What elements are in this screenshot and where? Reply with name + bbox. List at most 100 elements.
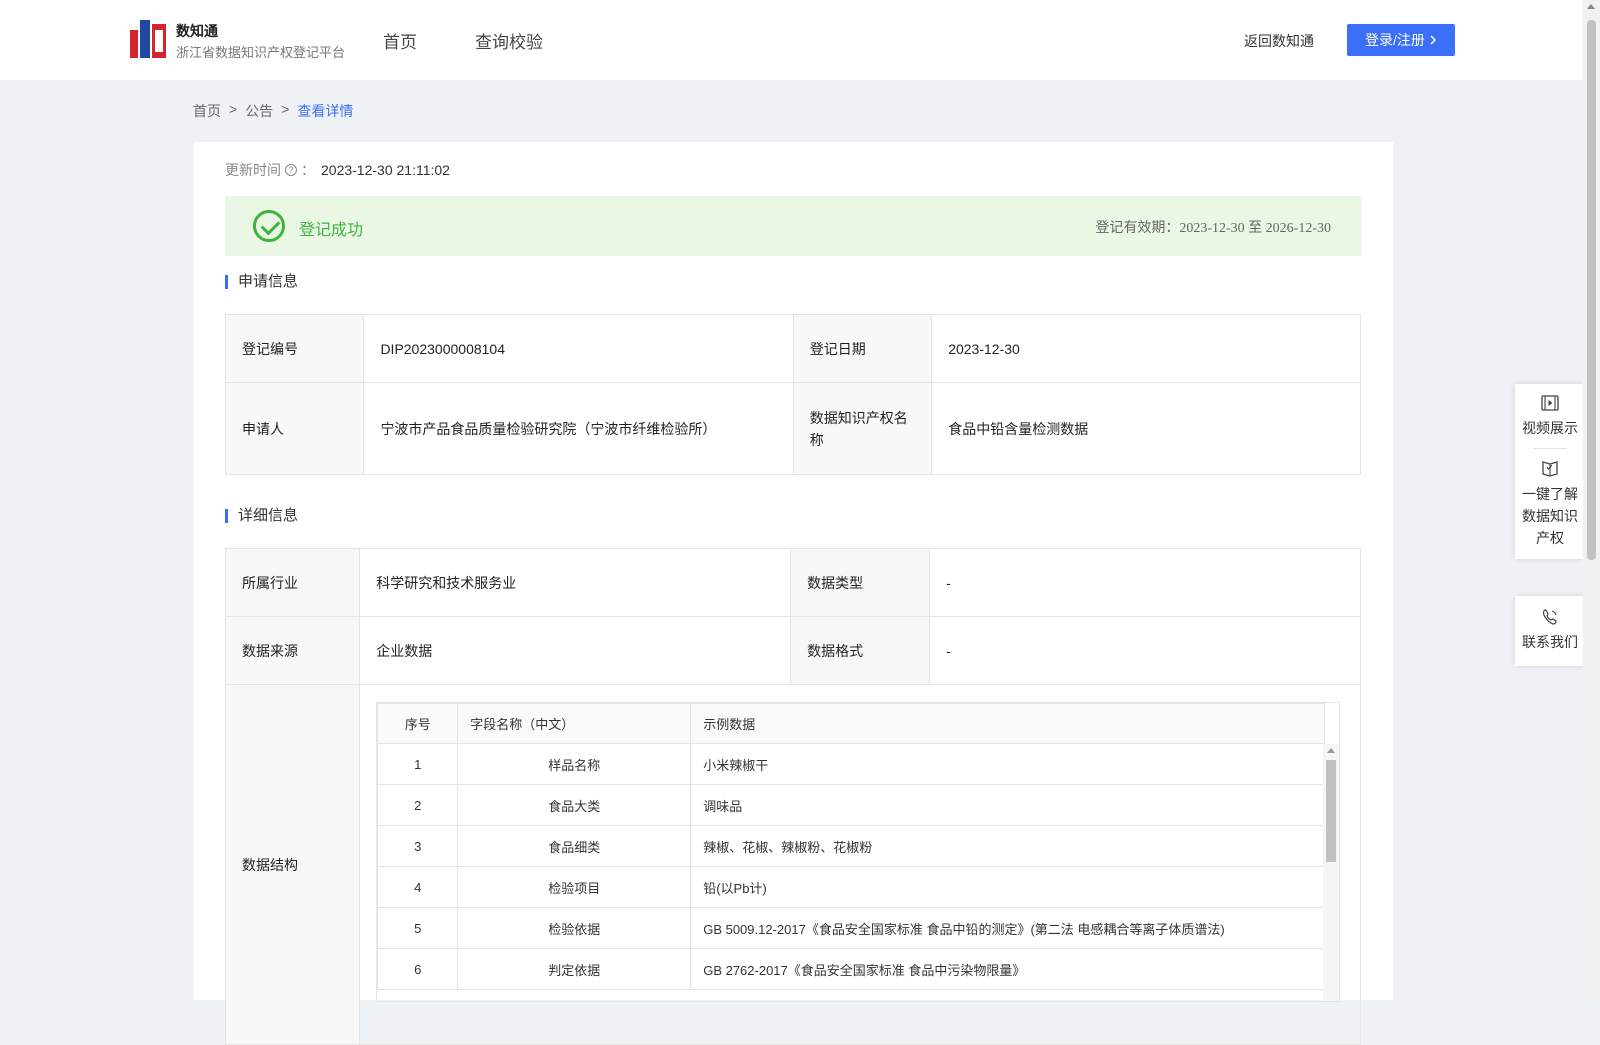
table-row: 4 检验项目 铅(以Pb计) [377, 866, 1326, 908]
brand-subtitle: 浙江省数据知识产权登记平台 [176, 45, 346, 60]
book-icon [1542, 461, 1558, 477]
table-row: 所属行业 科学研究和技术服务业 数据类型 - [224, 548, 1361, 617]
reg-date-label: 登记日期 [792, 314, 933, 383]
learn-label-line3: 产权 [1536, 530, 1564, 546]
learn-label-line1: 一键了解 [1522, 486, 1578, 502]
learn-label-line2: 数据知识 [1522, 508, 1578, 524]
ip-name-value: 食品中铅含量检测数据 [931, 382, 1361, 475]
row-sample-data: GB 2762-2017《食品安全国家标准 食品中污染物限量》 [690, 948, 1326, 990]
row-index: 5 [377, 907, 459, 949]
contact-us-label: 联系我们 [1522, 634, 1578, 650]
row-field-name: 检验依据 [457, 907, 692, 949]
table-row: 申请人 宁波市产品食品质量检验研究院（宁波市纤维检验所） 数据知识产权名称 食品… [224, 382, 1361, 475]
applicant-value: 宁波市产品食品质量检验研究院（宁波市纤维检验所） [363, 382, 794, 475]
application-info-table: 登记编号 DIP2023000008104 登记日期 2023-12-30 申请… [224, 314, 1361, 475]
question-icon[interactable]: ? [285, 164, 297, 176]
row-index: 3 [377, 825, 459, 867]
breadcrumb-separator: > [229, 101, 238, 117]
validity-value: 2023-12-30 至 2026-12-30 [1179, 221, 1331, 236]
row-field-name: 判定依据 [457, 948, 692, 990]
nav-home[interactable]: 首页 [383, 28, 417, 53]
industry-value: 科学研究和技术服务业 [359, 548, 792, 617]
table-row: 数据结构 序号 字段名称（中文） 示例数据 1 样品名称 小米辣椒干 2 食品大… [224, 684, 1361, 1045]
video-showcase-label: 视频展示 [1522, 420, 1578, 436]
scroll-up-arrow-icon[interactable] [1327, 748, 1336, 753]
table-row: 3 食品细类 辣椒、花椒、辣椒粉、花椒粉 [377, 825, 1326, 867]
nav-query-verify[interactable]: 查询校验 [475, 28, 543, 53]
data-type-label: 数据类型 [790, 548, 931, 617]
row-field-name: 检验项目 [457, 866, 692, 908]
row-sample-data: 铅(以Pb计) [690, 866, 1326, 908]
video-icon [1541, 395, 1559, 411]
row-index: 6 [377, 948, 459, 990]
breadcrumb-notice[interactable]: 公告 [245, 101, 273, 121]
scroll-up-arrow-icon[interactable] [1587, 4, 1595, 9]
brand-logo[interactable] [130, 20, 166, 58]
row-sample-data: 调味品 [690, 784, 1326, 826]
validity-label: 登记有效期： [1095, 219, 1180, 235]
structure-label: 数据结构 [224, 684, 361, 1045]
breadcrumb-separator: > [281, 101, 290, 117]
check-circle-icon [253, 210, 285, 242]
reg-date-value: 2023-12-30 [931, 314, 1361, 383]
validity-period: 登记有效期：2023-12-30 至 2026-12-30 [1095, 217, 1331, 237]
table-row: 6 判定依据 GB 2762-2017《食品安全国家标准 食品中污染物限量》 [377, 948, 1326, 990]
row-index: 4 [377, 866, 459, 908]
row-field-name: 食品细类 [457, 825, 692, 867]
page-scrollbar[interactable] [1583, 0, 1600, 1000]
video-showcase-button[interactable]: 视频展示 [1515, 384, 1585, 448]
update-time-value: 2023-12-30 21:11:02 [321, 162, 450, 178]
row-field-name: 食品大类 [457, 784, 692, 826]
contact-us-button[interactable]: 联系我们 [1515, 596, 1585, 666]
learn-data-ip-button[interactable]: 一键了解 数据知识 产权 [1515, 449, 1585, 559]
header-index: 序号 [377, 703, 459, 744]
phone-icon [1542, 609, 1557, 625]
update-time-row: 更新时间 ? ： 2023-12-30 21:11:02 [225, 160, 450, 180]
table-row: 2 食品大类 调味品 [377, 784, 1326, 826]
status-banner: 登记成功 登记有效期：2023-12-30 至 2026-12-30 [225, 196, 1361, 256]
breadcrumb-home[interactable]: 首页 [193, 101, 221, 121]
fields-table-container[interactable]: 序号 字段名称（中文） 示例数据 1 样品名称 小米辣椒干 2 食品大类 调味品… [376, 702, 1341, 1002]
reg-no-value: DIP2023000008104 [363, 314, 794, 383]
section-title-details: 详细信息 [225, 508, 298, 523]
table-row: 1 样品名称 小米辣椒干 [377, 743, 1326, 785]
fields-table-scroll-thumb[interactable] [1326, 760, 1337, 862]
header-sample-data: 示例数据 [690, 703, 1326, 744]
page-scroll-thumb[interactable] [1587, 20, 1596, 560]
floating-side-panel: 视频展示 一键了解 数据知识 产权 [1515, 384, 1585, 559]
format-label: 数据格式 [790, 616, 931, 685]
data-type-value: - [929, 548, 1361, 617]
row-sample-data: 辣椒、花椒、辣椒粉、花椒粉 [690, 825, 1326, 867]
ip-name-label: 数据知识产权名称 [792, 382, 933, 475]
update-time-colon: ： [301, 162, 315, 178]
table-row: 5 检验依据 GB 5009.12-2017《食品安全国家标准 食品中铅的测定》… [377, 907, 1326, 949]
update-time-label: 更新时间 [225, 162, 281, 178]
applicant-label: 申请人 [224, 382, 365, 475]
header-field-name: 字段名称（中文） [457, 703, 692, 744]
brand-name: 数知通 [176, 23, 218, 39]
details-info-table: 所属行业 科学研究和技术服务业 数据类型 - 数据来源 企业数据 数据格式 - … [224, 548, 1361, 1045]
fields-table: 序号 字段名称（中文） 示例数据 1 样品名称 小米辣椒干 2 食品大类 调味品… [377, 703, 1326, 990]
breadcrumb: 首页 > 公告 > 查看详情 [193, 101, 353, 121]
login-register-button[interactable]: 登录/注册 [1347, 24, 1455, 56]
source-label: 数据来源 [224, 616, 361, 685]
table-row: 登记编号 DIP2023000008104 登记日期 2023-12-30 [224, 314, 1361, 383]
section-title-application: 申请信息 [225, 274, 298, 289]
chevron-right-icon [1430, 35, 1436, 45]
back-to-shuzhitong-link[interactable]: 返回数知通 [1244, 31, 1314, 51]
format-value: - [929, 616, 1361, 685]
reg-no-label: 登记编号 [224, 314, 365, 383]
row-index: 2 [377, 784, 459, 826]
login-register-label: 登录/注册 [1365, 32, 1425, 48]
status-text: 登记成功 [299, 222, 364, 239]
industry-label: 所属行业 [224, 548, 361, 617]
row-sample-data: 小米辣椒干 [690, 743, 1326, 785]
source-value: 企业数据 [359, 616, 792, 685]
fields-table-header: 序号 字段名称（中文） 示例数据 [377, 703, 1326, 744]
row-sample-data: GB 5009.12-2017《食品安全国家标准 食品中铅的测定》(第二法 电感… [690, 907, 1326, 949]
structure-cell: 序号 字段名称（中文） 示例数据 1 样品名称 小米辣椒干 2 食品大类 调味品… [359, 684, 1361, 1045]
row-index: 1 [377, 743, 459, 785]
table-row: 数据来源 企业数据 数据格式 - [224, 616, 1361, 685]
detail-card: 更新时间 ? ： 2023-12-30 21:11:02 登记成功 登记有效期：… [193, 142, 1393, 1045]
fields-table-scrollbar[interactable] [1323, 744, 1340, 1001]
